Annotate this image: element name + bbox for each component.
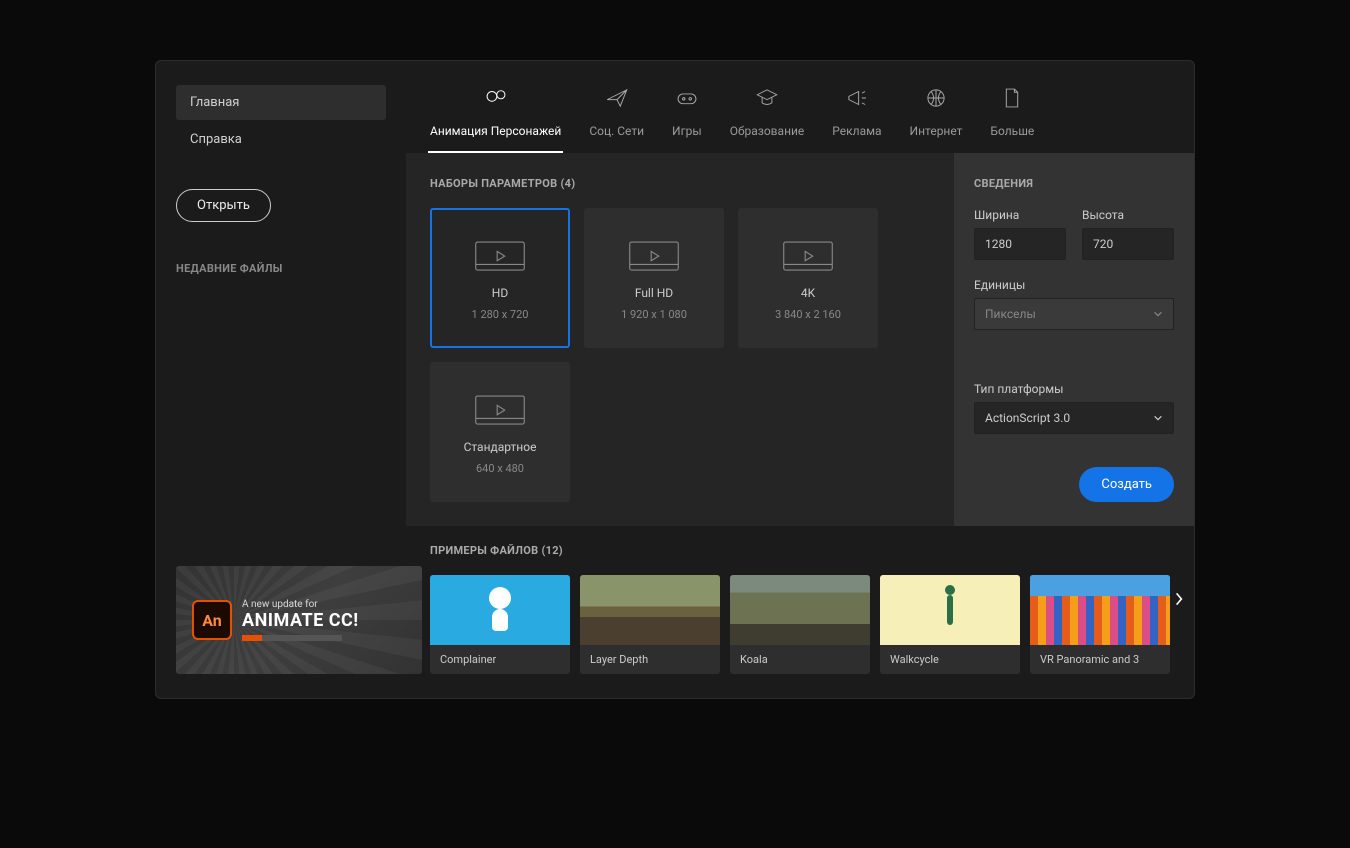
sidebar: Главная Справка Открыть НЕДАВНИЕ ФАЙЛЫ A… xyxy=(156,61,406,698)
tab-label: Реклама xyxy=(832,124,881,138)
main-area: Анимация Персонажей Соц. Сети Игры Образ… xyxy=(406,61,1194,698)
sample-thumb xyxy=(730,575,870,645)
samples-title: ПРИМЕРЫ ФАЙЛОВ (12) xyxy=(430,544,1170,557)
open-button[interactable]: Открыть xyxy=(176,189,271,222)
tab-label: Больше xyxy=(990,124,1034,138)
tab-label: Интернет xyxy=(910,124,963,138)
gamepad-icon xyxy=(674,85,700,114)
chevron-down-icon xyxy=(1153,413,1163,423)
promo-big-line: ANIMATE CC! xyxy=(242,610,359,631)
sample-complainer[interactable]: Complainer xyxy=(430,575,570,674)
platform-label: Тип платформы xyxy=(974,382,1174,396)
tab-web[interactable]: Интернет xyxy=(896,77,977,152)
tab-label: Соц. Сети xyxy=(589,124,644,138)
globe-icon xyxy=(923,85,949,114)
preset-hd[interactable]: HD 1 280 x 720 xyxy=(430,208,570,348)
platform-value: ActionScript 3.0 xyxy=(985,411,1070,425)
promo-small-line: A new update for xyxy=(242,599,359,610)
animate-logo-icon: An xyxy=(192,600,232,640)
tab-games[interactable]: Игры xyxy=(658,77,716,152)
megaphone-icon xyxy=(844,85,870,114)
chevron-right-icon xyxy=(1174,591,1184,607)
sample-layer-depth[interactable]: Layer Depth xyxy=(580,575,720,674)
preset-dims: 3 840 x 2 160 xyxy=(775,308,841,321)
units-label: Единицы xyxy=(974,278,1174,292)
height-label: Высота xyxy=(1082,208,1174,222)
preset-standard[interactable]: Стандартное 640 x 480 xyxy=(430,362,570,502)
chevron-down-icon xyxy=(1153,309,1163,319)
details-pane: СВЕДЕНИЯ Ширина Высота Единицы Пикселы xyxy=(954,153,1194,526)
sample-thumb xyxy=(580,575,720,645)
sample-name: Walkcycle xyxy=(880,645,1020,674)
preset-dims: 640 x 480 xyxy=(476,462,524,475)
promo-banner[interactable]: An A new update for ANIMATE CC! xyxy=(176,566,422,674)
nav-item-help[interactable]: Справка xyxy=(176,122,386,157)
width-input[interactable] xyxy=(974,228,1066,260)
monitor-play-icon xyxy=(626,236,682,278)
width-label: Ширина xyxy=(974,208,1066,222)
sample-name: VR Panoramic and 3 xyxy=(1030,645,1170,674)
start-screen: Главная Справка Открыть НЕДАВНИЕ ФАЙЛЫ A… xyxy=(155,60,1195,699)
preset-name: 4K xyxy=(801,286,815,300)
monitor-play-icon xyxy=(780,236,836,278)
sample-name: Layer Depth xyxy=(580,645,720,674)
sample-name: Koala xyxy=(730,645,870,674)
preset-name: Стандартное xyxy=(464,440,537,454)
preset-dims: 1 920 x 1 080 xyxy=(621,308,687,321)
preset-name: HD xyxy=(492,286,508,300)
height-field: Высота xyxy=(1082,208,1174,260)
height-input[interactable] xyxy=(1082,228,1174,260)
body-row: НАБОРЫ ПАРАМЕТРОВ (4) HD 1 280 x 720 Ful… xyxy=(406,153,1194,526)
tab-more[interactable]: Больше xyxy=(976,77,1048,152)
tab-education[interactable]: Образование xyxy=(716,77,819,152)
paper-plane-icon xyxy=(604,85,630,114)
preset-4k[interactable]: 4K 3 840 x 2 160 xyxy=(738,208,878,348)
monitor-play-icon xyxy=(472,236,528,278)
preset-grid: HD 1 280 x 720 Full HD 1 920 x 1 080 4K … xyxy=(430,208,930,502)
units-value: Пикселы xyxy=(985,307,1036,321)
tab-character-animation[interactable]: Анимация Персонажей xyxy=(416,77,575,152)
samples-next-button[interactable] xyxy=(1170,584,1188,614)
presets-pane: НАБОРЫ ПАРАМЕТРОВ (4) HD 1 280 x 720 Ful… xyxy=(406,153,954,526)
preset-dims: 1 280 x 720 xyxy=(472,308,529,321)
sample-walkcycle[interactable]: Walkcycle xyxy=(880,575,1020,674)
tab-social[interactable]: Соц. Сети xyxy=(575,77,658,152)
people-icon xyxy=(483,85,509,114)
category-tabs: Анимация Персонажей Соц. Сети Игры Образ… xyxy=(406,61,1194,153)
tab-label: Игры xyxy=(672,124,702,138)
monitor-play-icon xyxy=(472,390,528,432)
details-title: СВЕДЕНИЯ xyxy=(974,177,1174,190)
sample-thumb xyxy=(880,575,1020,645)
samples-section: ПРИМЕРЫ ФАЙЛОВ (12) Complainer Layer Dep… xyxy=(406,526,1194,698)
presets-title: НАБОРЫ ПАРАМЕТРОВ (4) xyxy=(430,177,930,190)
samples-row: Complainer Layer Depth Koala Walkcycle V… xyxy=(430,575,1170,674)
sample-koala[interactable]: Koala xyxy=(730,575,870,674)
sample-name: Complainer xyxy=(430,645,570,674)
platform-select[interactable]: ActionScript 3.0 xyxy=(974,402,1174,434)
promo-text: A new update for ANIMATE CC! xyxy=(242,599,359,641)
units-select: Пикселы xyxy=(974,298,1174,330)
sample-thumb xyxy=(1030,575,1170,645)
tab-advertising[interactable]: Реклама xyxy=(818,77,895,152)
width-field: Ширина xyxy=(974,208,1066,260)
sample-thumb xyxy=(430,575,570,645)
create-button[interactable]: Создать xyxy=(1079,467,1174,502)
recent-files-title: НЕДАВНИЕ ФАЙЛЫ xyxy=(176,262,386,275)
tab-label: Образование xyxy=(730,124,805,138)
tab-label: Анимация Персонажей xyxy=(430,124,561,138)
preset-name: Full HD xyxy=(635,286,673,300)
nav-item-home[interactable]: Главная xyxy=(176,85,386,120)
grad-cap-icon xyxy=(754,85,780,114)
file-icon xyxy=(999,85,1025,114)
preset-fullhd[interactable]: Full HD 1 920 x 1 080 xyxy=(584,208,724,348)
sample-vr-panoramic[interactable]: VR Panoramic and 3 xyxy=(1030,575,1170,674)
promo-progress xyxy=(242,635,342,641)
